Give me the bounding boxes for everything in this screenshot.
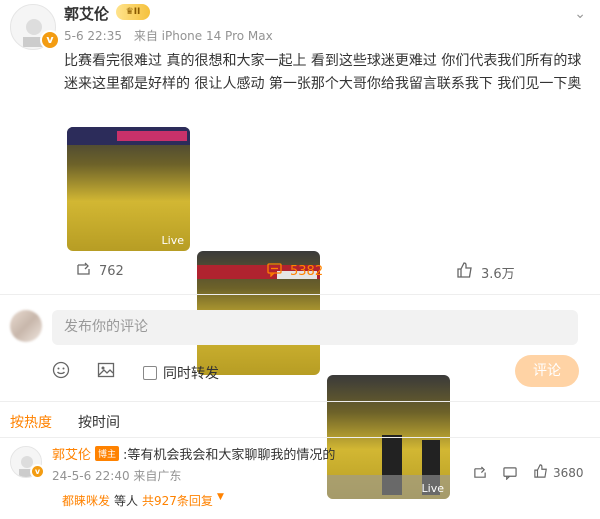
member-badge: ♛II xyxy=(116,4,150,20)
post-time[interactable]: 5-6 22:35 xyxy=(64,29,122,43)
verified-badge-icon: v xyxy=(40,30,60,50)
user-avatar[interactable] xyxy=(10,310,42,342)
tab-time[interactable]: 按时间 xyxy=(78,412,120,432)
post-meta: 5-6 22:35 来自 iPhone 14 Pro Max xyxy=(64,27,273,44)
comment-reply-icon[interactable] xyxy=(503,465,517,484)
owner-tag: 博主 xyxy=(95,446,120,461)
post-text: 比赛看完很难过 真的很想和大家一起上 看到这些球迷更难过 你们代表我们所有的球迷… xyxy=(64,53,582,92)
submit-comment-button[interactable]: 评论 xyxy=(515,355,579,387)
comment-like-button[interactable]: 3680 xyxy=(534,464,584,481)
live-label: Live xyxy=(421,482,444,495)
divider xyxy=(0,401,600,402)
verified-badge-icon: v xyxy=(30,464,45,479)
comment-button[interactable]: 5382 xyxy=(267,262,323,281)
repost-button[interactable]: 762 xyxy=(76,262,124,281)
reply-mid: 等人 xyxy=(114,494,139,508)
post-source: 来自 iPhone 14 Pro Max xyxy=(133,29,273,43)
like-count: 3.6万 xyxy=(481,266,515,282)
caret-down-icon: ▼ xyxy=(216,492,224,502)
more-options-icon[interactable]: ⌄ xyxy=(574,6,586,22)
repost-checkbox-label: 同时转发 xyxy=(163,366,219,382)
comment-count: 5382 xyxy=(290,264,324,279)
repost-checkbox[interactable] xyxy=(143,366,157,380)
comment-like-count: 3680 xyxy=(553,465,584,480)
repost-checkbox-group[interactable]: 同时转发 xyxy=(143,363,219,383)
crown-icon: ♛ xyxy=(125,7,134,17)
like-button[interactable]: 3.6万 xyxy=(457,262,515,282)
author-name[interactable]: 郭艾伦 xyxy=(64,3,109,24)
comment-icon xyxy=(267,262,282,281)
comment-input[interactable]: 发布你的评论 xyxy=(52,310,578,345)
reply-count[interactable]: 共927条回复 xyxy=(142,492,213,509)
comment-text: :等有机会我会和大家聊聊我的情况的 xyxy=(123,448,336,463)
comment-meta: 24-5-6 22:40 来自广东 xyxy=(52,469,182,483)
divider xyxy=(0,437,600,438)
comment-header: 郭艾伦 博主 :等有机会我会和大家聊聊我的情况的 xyxy=(52,444,335,463)
reply-users[interactable]: 都睐咪发 xyxy=(62,492,110,509)
image-upload-icon[interactable] xyxy=(97,361,115,383)
repost-icon xyxy=(76,262,91,281)
divider xyxy=(0,294,600,295)
repost-count: 762 xyxy=(99,264,124,279)
emoji-icon[interactable] xyxy=(52,361,70,383)
live-label: Live xyxy=(161,234,184,247)
post-image-1[interactable]: Live xyxy=(67,127,190,251)
comment-repost-icon[interactable] xyxy=(473,465,487,484)
tab-hot[interactable]: 按热度 xyxy=(10,412,52,432)
reply-summary[interactable]: 都睐咪发 等人 共927条回复 ▼ xyxy=(62,492,224,509)
thumbs-up-icon xyxy=(457,262,473,282)
commenter-name[interactable]: 郭艾伦 xyxy=(52,444,91,463)
thumbs-up-icon xyxy=(534,464,548,481)
